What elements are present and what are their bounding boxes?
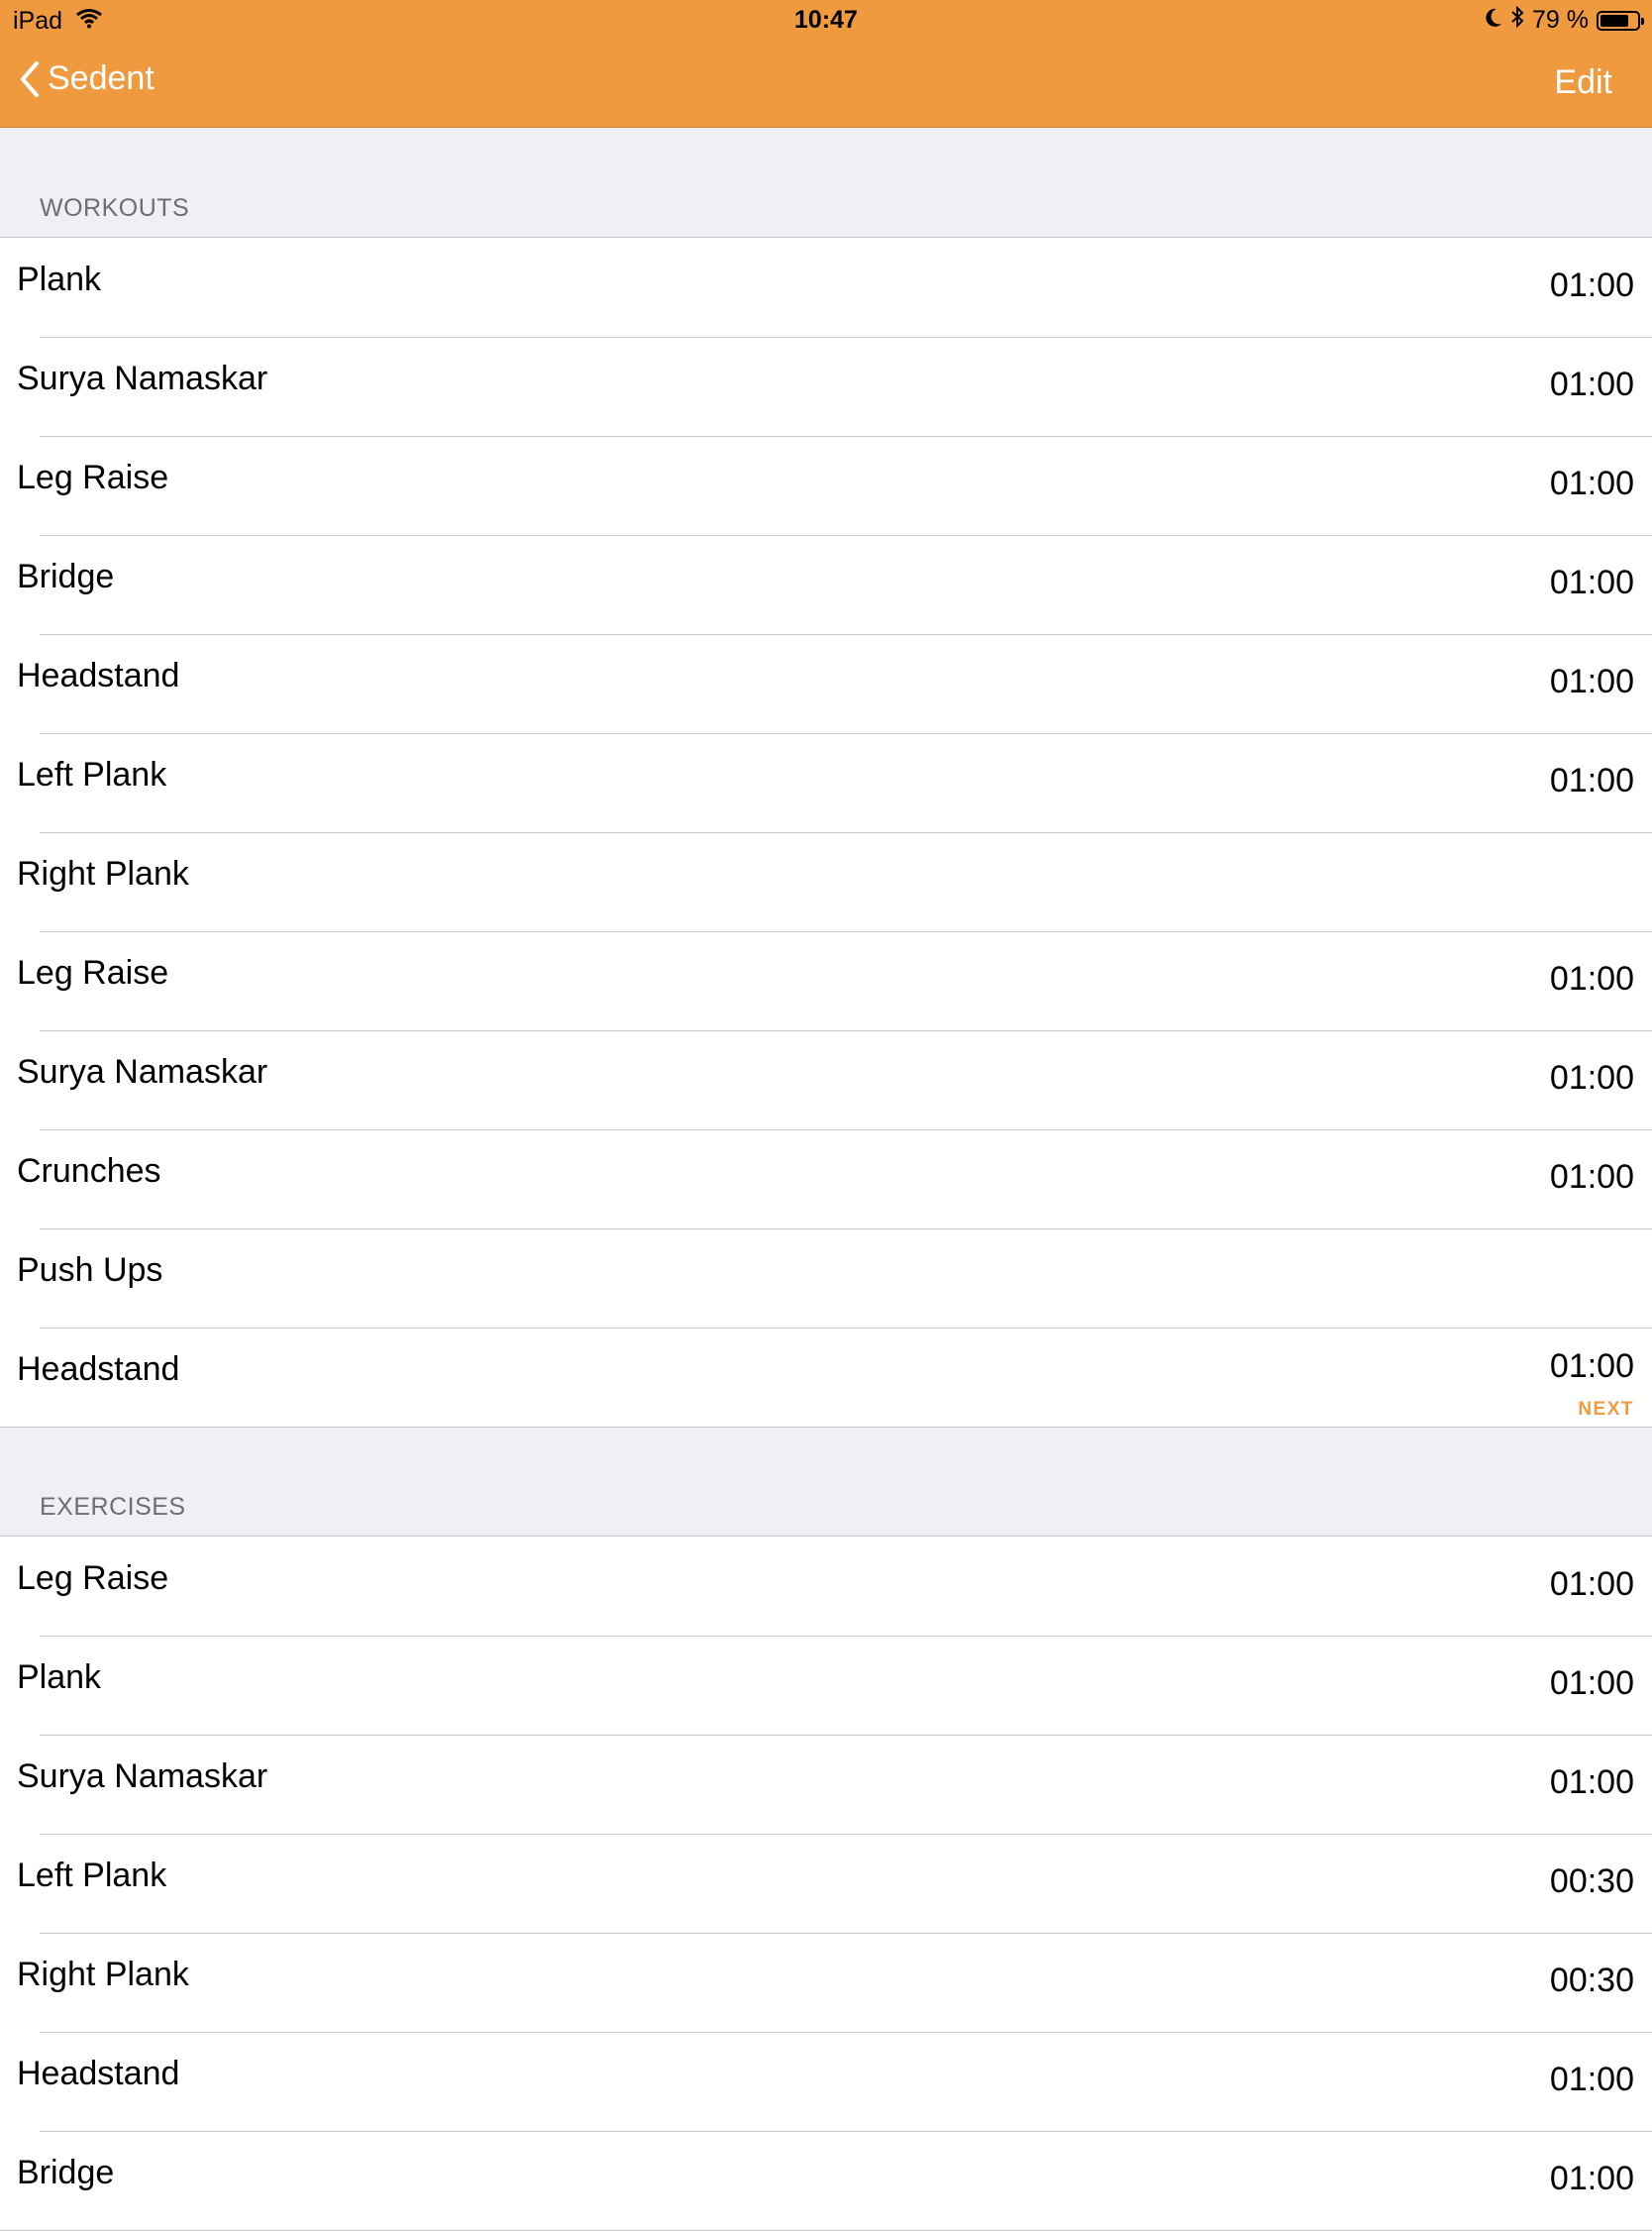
item-name: Crunches bbox=[17, 1152, 161, 1190]
item-name: Bridge bbox=[17, 2154, 115, 2191]
item-duration: 01:00 bbox=[1549, 564, 1634, 601]
item-name: Surya Namaskar bbox=[17, 360, 268, 397]
item-name: Right Plank bbox=[17, 855, 189, 893]
list-item[interactable]: Crunches 01:00 bbox=[0, 1129, 1652, 1228]
list-item[interactable]: Leg Raise 01:00 bbox=[0, 931, 1652, 1030]
item-duration: 01:00 bbox=[1549, 663, 1634, 700]
item-duration: 01:00 bbox=[1549, 762, 1634, 799]
item-name: Leg Raise bbox=[17, 459, 169, 496]
status-right: 79 % bbox=[1485, 5, 1644, 35]
item-duration: 01:00 bbox=[1549, 1347, 1634, 1385]
next-badge: NEXT bbox=[1578, 1399, 1634, 1420]
item-name: Left Plank bbox=[17, 1857, 167, 1894]
item-name: Headstand bbox=[17, 2055, 180, 2092]
item-name: Headstand bbox=[17, 657, 180, 694]
list-item[interactable]: Left Plank 01:00 bbox=[0, 733, 1652, 832]
back-button[interactable]: Sedent bbox=[20, 59, 155, 98]
list-item[interactable]: Bridge 01:00 bbox=[0, 2131, 1652, 2230]
chevron-left-icon bbox=[21, 60, 39, 97]
list-item[interactable]: Right Plank bbox=[0, 832, 1652, 931]
exercises-section-header: EXERCISES bbox=[0, 1427, 1652, 1536]
battery-icon bbox=[1597, 10, 1644, 31]
list-item[interactable]: Leg Raise 01:00 bbox=[0, 1537, 1652, 1636]
item-duration: 01:00 bbox=[1549, 1763, 1634, 1801]
item-duration: 01:00 bbox=[1549, 1664, 1634, 1702]
bluetooth-icon bbox=[1510, 5, 1524, 35]
battery-level bbox=[1600, 14, 1629, 27]
item-duration: 01:00 bbox=[1549, 366, 1634, 403]
list-item[interactable]: Surya Namaskar 01:00 bbox=[0, 1030, 1652, 1129]
moon-icon bbox=[1485, 6, 1502, 35]
item-name: Headstand bbox=[17, 1350, 180, 1388]
item-name: Left Plank bbox=[17, 756, 167, 794]
list-item[interactable]: Left Plank 00:30 bbox=[0, 1834, 1652, 1933]
status-bar: iPad 10:47 79 % bbox=[0, 0, 1652, 40]
item-duration: 01:00 bbox=[1549, 465, 1634, 502]
list-item[interactable]: Bridge 01:00 bbox=[0, 535, 1652, 634]
back-button-label: Sedent bbox=[48, 59, 155, 97]
status-time: 10:47 bbox=[794, 6, 858, 34]
list-item[interactable]: Leg Raise 01:00 bbox=[0, 436, 1652, 535]
workouts-header-label: WORKOUTS bbox=[40, 194, 190, 222]
list-item[interactable]: Headstand 01:00 bbox=[0, 634, 1652, 733]
item-name: Leg Raise bbox=[17, 1559, 169, 1597]
list-item[interactable]: Plank 01:00 bbox=[0, 238, 1652, 337]
item-name: Plank bbox=[17, 261, 102, 298]
list-item[interactable]: Headstand 01:00 NEXT bbox=[0, 1328, 1652, 1427]
navigation-bar: Sedent Edit bbox=[0, 40, 1652, 128]
edit-button[interactable]: Edit bbox=[1554, 63, 1612, 102]
item-name: Right Plank bbox=[17, 1956, 189, 1993]
list-item[interactable]: Push Ups bbox=[0, 1228, 1652, 1328]
item-name: Leg Raise bbox=[17, 954, 169, 992]
item-name: Push Ups bbox=[17, 1251, 163, 1289]
workouts-section-header: WORKOUTS bbox=[0, 128, 1652, 237]
list-item[interactable]: Surya Namaskar 01:00 bbox=[0, 337, 1652, 436]
item-name: Plank bbox=[17, 1658, 102, 1696]
item-duration: 00:30 bbox=[1549, 1862, 1634, 1900]
item-duration: 01:00 bbox=[1549, 1565, 1634, 1603]
workouts-list: Plank 01:00 Surya Namaskar 01:00 Leg Raise 01… bbox=[0, 237, 1652, 1428]
item-duration: 01:00 bbox=[1549, 2061, 1634, 2098]
list-item[interactable]: Plank 01:00 bbox=[0, 1636, 1652, 1735]
item-duration: 00:30 bbox=[1549, 1962, 1634, 1999]
item-name: Surya Namaskar bbox=[17, 1053, 268, 1091]
item-name: Bridge bbox=[17, 558, 115, 595]
list-item[interactable]: Headstand 01:00 bbox=[0, 2032, 1652, 2131]
item-duration: 01:00 bbox=[1549, 1059, 1634, 1097]
exercises-list: Leg Raise 01:00 Plank 01:00 Surya Namaskar 01… bbox=[0, 1536, 1652, 2231]
battery-percent-label: 79 % bbox=[1532, 6, 1589, 34]
exercises-header-label: EXERCISES bbox=[40, 1493, 186, 1521]
item-duration: 01:00 bbox=[1549, 266, 1634, 304]
list-item[interactable]: Right Plank 00:30 bbox=[0, 1933, 1652, 2032]
item-name: Surya Namaskar bbox=[17, 1757, 268, 1795]
item-duration: 01:00 bbox=[1549, 1158, 1634, 1196]
item-duration: 01:00 bbox=[1549, 960, 1634, 998]
list-item[interactable]: Surya Namaskar 01:00 bbox=[0, 1735, 1652, 1834]
item-duration: 01:00 bbox=[1549, 2160, 1634, 2197]
